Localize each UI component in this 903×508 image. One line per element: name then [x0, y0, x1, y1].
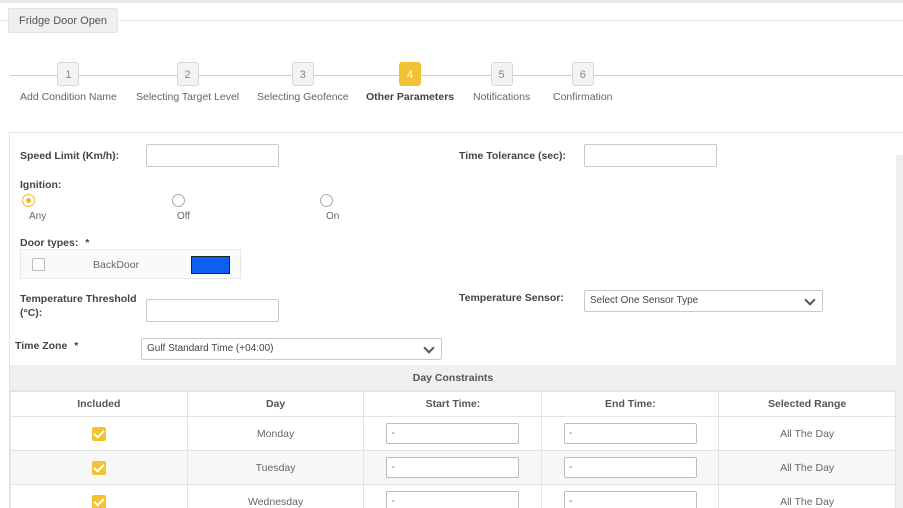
time-zone-select[interactable]: Gulf Standard Time (+04:00)	[141, 338, 442, 360]
door-type-checkbox[interactable]	[32, 258, 45, 271]
step-label: Selecting Geofence	[257, 91, 349, 103]
included-checkbox[interactable]	[91, 460, 106, 475]
step-number: 2	[176, 62, 199, 86]
column-header-start-time: Start Time:	[363, 391, 543, 417]
ignition-radio-off[interactable]	[172, 194, 185, 207]
step-number: 6	[571, 62, 594, 86]
time-zone-label-text: Time Zone	[15, 340, 68, 352]
end-time-input[interactable]: -	[563, 457, 697, 478]
door-color-swatch[interactable]	[191, 256, 230, 274]
temp-threshold-label-line1: Temperature Threshold	[20, 293, 137, 305]
speed-limit-label: Speed Limit (Km/h):	[20, 150, 120, 162]
table-row: Tuesday - - All The Day	[10, 450, 896, 485]
wizard-step-3[interactable]: 3 Selecting Geofence	[257, 62, 349, 103]
step-number: 3	[291, 62, 314, 86]
day-cell: Tuesday	[186, 450, 365, 485]
start-time-cell: -	[363, 416, 543, 451]
end-time-cell: -	[541, 450, 720, 485]
day-cell: Monday	[186, 416, 365, 451]
ignition-option-label: On	[326, 211, 340, 222]
column-header-end-time: End Time:	[541, 391, 720, 417]
wizard-step-4[interactable]: 4 Other Parameters	[366, 62, 454, 103]
start-time-cell: -	[363, 484, 543, 508]
column-header-included: Included	[10, 391, 188, 417]
step-number: 1	[57, 62, 80, 86]
temp-threshold-label: Temperature Threshold (°C):	[20, 292, 137, 320]
step-label: Notifications	[473, 91, 531, 103]
selected-range-cell: All The Day	[718, 416, 896, 451]
temp-threshold-input[interactable]	[146, 299, 279, 322]
speed-limit-input[interactable]	[146, 144, 279, 167]
required-mark: *	[74, 340, 79, 352]
start-time-input[interactable]: -	[386, 423, 520, 444]
time-tolerance-label: Time Tolerance (sec):	[459, 150, 566, 162]
wizard-step-2[interactable]: 2 Selecting Target Level	[136, 62, 239, 103]
included-cell	[10, 450, 188, 485]
column-header-day: Day	[186, 391, 365, 417]
ignition-label: Ignition:	[20, 179, 62, 191]
temp-threshold-label-line2: (°C):	[20, 307, 43, 319]
start-time-input[interactable]: -	[386, 457, 520, 478]
time-tolerance-input[interactable]	[584, 144, 717, 167]
end-time-cell: -	[541, 416, 720, 451]
wizard-step-6[interactable]: 6 Confirmation	[553, 62, 613, 103]
door-type-name: BackDoor	[93, 259, 140, 271]
day-constraints-table: Included Day Start Time: End Time: Selec…	[10, 391, 896, 508]
time-zone-label: Time Zone *	[15, 340, 78, 352]
column-header-selected-range: Selected Range	[718, 391, 896, 417]
table-header-row: Included Day Start Time: End Time: Selec…	[10, 391, 896, 417]
end-time-input[interactable]: -	[563, 491, 697, 508]
door-types-label-text: Door types:	[20, 237, 79, 249]
temp-sensor-select[interactable]: Select One Sensor Type	[584, 290, 823, 312]
tab-divider	[0, 20, 903, 21]
end-time-input[interactable]: -	[563, 423, 697, 444]
chevron-down-icon	[804, 294, 816, 306]
included-cell	[10, 416, 188, 451]
door-types-label: Door types: *	[20, 237, 89, 249]
selected-range-cell: All The Day	[718, 450, 896, 485]
ignition-radio-any[interactable]	[22, 194, 35, 207]
start-time-cell: -	[363, 450, 543, 485]
ignition-option-label: Off	[177, 211, 191, 222]
day-cell: Wednesday	[186, 484, 365, 508]
door-type-item: BackDoor	[20, 249, 241, 279]
time-zone-value: Gulf Standard Time (+04:00)	[147, 343, 274, 354]
tab-fridge-door-open[interactable]: Fridge Door Open	[8, 8, 119, 33]
day-constraints-title: Day Constraints	[10, 365, 896, 391]
wizard-step-5[interactable]: 5 Notifications	[473, 62, 530, 103]
selected-range-cell: All The Day	[718, 484, 896, 508]
temp-sensor-value: Select One Sensor Type	[590, 295, 699, 306]
ignition-radio-on[interactable]	[320, 194, 333, 207]
step-label: Confirmation	[553, 91, 613, 103]
table-row: Monday - - All The Day	[10, 416, 896, 451]
ignition-option-label: Any	[29, 211, 47, 222]
scrollbar-track[interactable]	[896, 155, 903, 508]
step-label: Other Parameters	[366, 91, 455, 103]
step-number: 5	[490, 62, 513, 86]
wizard-step-1[interactable]: 1 Add Condition Name	[20, 62, 117, 103]
step-label: Add Condition Name	[20, 91, 117, 103]
temp-sensor-label: Temperature Sensor:	[459, 292, 564, 304]
included-cell	[10, 484, 188, 508]
end-time-cell: -	[541, 484, 720, 508]
step-number: 4	[399, 62, 422, 86]
chevron-down-icon	[423, 342, 435, 354]
table-row: Wednesday - - All The Day	[10, 484, 896, 508]
step-label: Selecting Target Level	[136, 91, 240, 103]
included-checkbox[interactable]	[91, 426, 106, 441]
included-checkbox[interactable]	[91, 494, 106, 508]
start-time-input[interactable]: -	[386, 491, 520, 508]
required-mark: *	[85, 237, 90, 249]
top-bar	[0, 0, 903, 3]
